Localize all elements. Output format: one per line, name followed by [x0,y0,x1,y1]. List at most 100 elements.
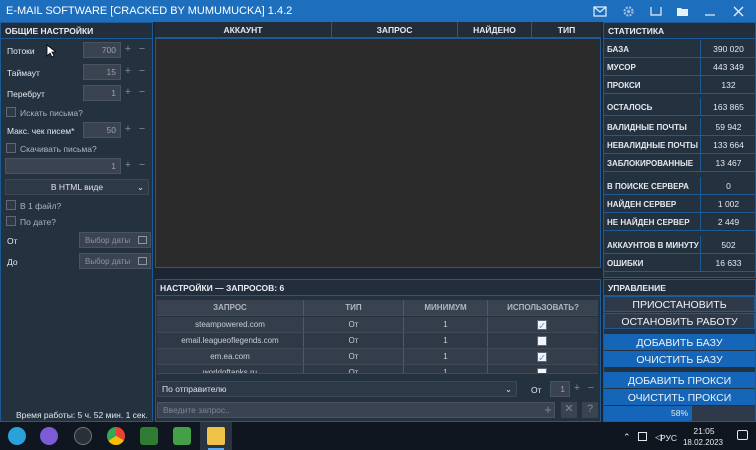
brute-input[interactable]: 1 [83,85,121,101]
download-count-increment[interactable]: + [122,158,134,174]
folder-icon[interactable] [672,3,692,19]
qcol-use[interactable]: ИСПОЛЬЗОВАТЬ? [488,300,598,316]
column-query[interactable]: ЗАПРОС [332,22,458,38]
stat-row: В ПОИСКЕ СЕРВЕРА 0 [603,177,756,195]
clear-base-button[interactable]: ОЧИСТИТЬ БАЗУ [604,351,755,367]
date-from-picker[interactable]: Выбор даты [79,232,151,248]
stat-row: ОСТАЛОСЬ 163 865 [603,98,756,116]
query-use-checkbox[interactable] [537,319,547,332]
stat-row: МУСОР 443 349 [603,58,756,76]
viber-icon[interactable] [40,427,58,445]
stat-row: ВАЛИДНЫЕ ПОЧТЫ 59 942 [603,118,756,136]
notifications-icon[interactable] [737,430,748,440]
downloader-icon[interactable] [140,427,158,445]
clock-date[interactable]: 18.02.2023 [681,438,725,447]
threads-increment[interactable]: + [122,42,134,58]
clock-time[interactable]: 21:05 [688,426,720,436]
package-icon[interactable] [173,427,191,445]
stat-label: МУСОР [607,63,636,72]
query-use-cell [488,317,598,332]
by-date-checkbox[interactable] [6,216,16,226]
stat-row: АККАУНТОВ В МИНУТУ 502 [603,236,756,254]
telegram-icon[interactable] [8,427,26,445]
one-file-checkbox[interactable] [6,200,16,210]
min-input[interactable]: 1 [550,381,570,397]
query-min: 1 [404,349,488,364]
timeout-decrement[interactable]: − [136,64,148,80]
query-use-checkbox[interactable] [537,336,547,346]
w-app-icon[interactable] [74,427,92,445]
timeout-increment[interactable]: + [122,64,134,80]
query-input[interactable]: Введите запрос.. [157,402,555,418]
timeout-input[interactable]: 15 [83,64,121,80]
qcol-type[interactable]: ТИП [304,300,404,316]
stop-button[interactable]: ОСТАНОВИТЬ РАБОТУ [604,313,755,329]
column-type[interactable]: ТИП [532,22,601,38]
qcol-min[interactable]: МИНИМУМ [404,300,488,316]
search-letters-checkbox[interactable] [6,107,16,117]
min-increment[interactable]: + [571,381,583,397]
query-type: От [304,365,404,373]
query-use-checkbox[interactable] [537,351,547,364]
max-check-increment[interactable]: + [122,122,134,138]
column-account[interactable]: АККАУНТ [155,22,332,38]
query-use-checkbox[interactable] [537,368,547,373]
format-select[interactable]: В HTML виде ⌄ [5,179,149,195]
control-header: УПРАВЛЕНИЕ [604,280,755,296]
min-decrement[interactable]: − [585,381,597,397]
close-icon[interactable] [728,3,748,19]
log-table-body[interactable] [155,38,601,268]
date-to-label: До [7,257,18,267]
add-proxy-button[interactable]: ДОБАВИТЬ ПРОКСИ [604,372,755,388]
date-to-picker[interactable]: Выбор даты [79,253,151,269]
stat-label: ЗАБЛОКИРОВАННЫЕ [607,159,694,168]
timeout-label: Таймаут [7,68,40,78]
query-use-cell [488,349,598,364]
threads-input[interactable]: 700 [83,42,121,58]
progress-bar: 58% [604,406,755,421]
log-table-header: АККАУНТ ЗАПРОС НАЙДЕНО ТИП [155,22,601,38]
network-icon[interactable] [638,432,647,441]
query-type: От [304,349,404,364]
download-count-decrement[interactable]: − [136,158,148,174]
stat-value: 133 664 [700,136,756,154]
chevron-up-icon[interactable]: ⌃ [623,432,631,443]
add-base-button[interactable]: ДОБАВИТЬ БАЗУ [604,334,755,350]
add-query-icon[interactable]: + [542,402,554,418]
sender-select[interactable]: По отправителю ⌄ [157,381,517,397]
query-row[interactable]: steampowered.com От 1 [157,317,598,333]
brute-label: Перебрут [7,89,45,99]
brute-increment[interactable]: + [122,85,134,101]
stat-value: 443 349 [700,58,756,76]
mail-app-icon[interactable] [207,427,225,445]
clear-query-icon[interactable]: ✕ [561,402,577,418]
qcol-query[interactable]: ЗАПРОС [157,300,304,316]
pause-button[interactable]: ПРИОСТАНОВИТЬ [604,296,755,312]
minimize-icon[interactable] [646,3,666,19]
download-letters-checkbox[interactable] [6,143,16,153]
stat-label: НЕ НАЙДЕН СЕРВЕР [607,218,690,227]
column-found[interactable]: НАЙДЕНО [458,22,532,38]
chrome-icon[interactable] [107,427,125,445]
date-from-label: От [7,236,18,246]
query-row[interactable]: email.leagueoflegends.com От 1 [157,333,598,349]
minimize-window-icon[interactable] [700,3,720,19]
mail-check-icon[interactable] [590,3,610,19]
help-button[interactable]: ? [582,402,598,418]
stat-value: 132 [700,76,756,94]
download-count-input[interactable]: 1 [5,158,121,174]
general-settings-header: ОБЩИЕ НАСТРОЙКИ [1,23,152,39]
language-indicator[interactable]: РУС [660,433,677,443]
query-text: email.leagueoflegends.com [157,333,304,348]
clear-proxy-button[interactable]: ОЧИСТИТЬ ПРОКСИ [604,389,755,405]
query-row[interactable]: worldoftanks.ru От 1 [157,365,598,374]
brute-decrement[interactable]: − [136,85,148,101]
gear-icon[interactable] [618,3,638,19]
max-check-decrement[interactable]: − [136,122,148,138]
query-use-cell [488,365,598,373]
threads-decrement[interactable]: − [136,42,148,58]
date-to-placeholder: Выбор даты [85,257,131,266]
query-row[interactable]: em.ea.com От 1 [157,349,598,365]
max-check-input[interactable]: 50 [83,122,121,138]
stat-label: В ПОИСКЕ СЕРВЕРА [607,182,689,191]
